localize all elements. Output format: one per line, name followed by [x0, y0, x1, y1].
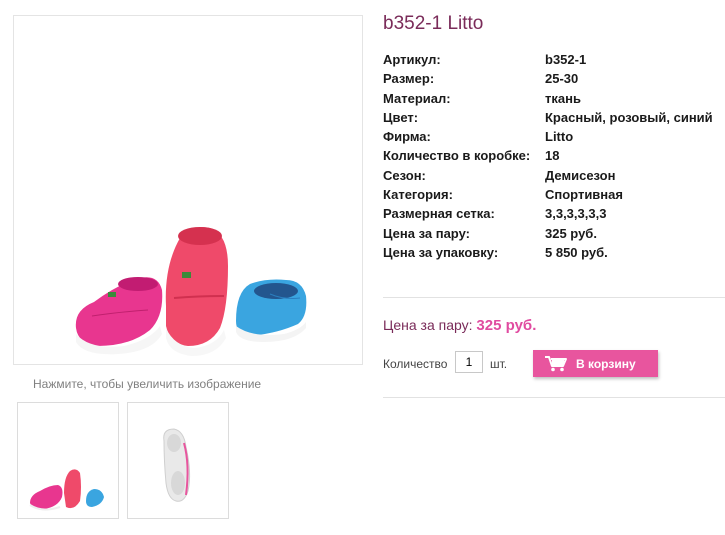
spec-key: Категория: [383, 187, 453, 203]
spec-key: Размер: [383, 71, 435, 87]
zoom-hint: Нажмите, чтобы увеличить изображение [33, 377, 262, 391]
add-to-cart-button[interactable]: В корзину [533, 350, 658, 377]
spec-value: 25-30 [545, 71, 579, 87]
spec-row: Сезон: Демисезон [383, 166, 713, 185]
spec-value: 3,3,3,3,3,3 [545, 206, 607, 222]
spec-row: Категория: Спортивная [383, 185, 713, 204]
spec-row: Цена за упаковку: 5 850 руб. [383, 243, 713, 262]
spec-key: Фирма: [383, 129, 431, 145]
spec-key: Размерная сетка: [383, 206, 495, 222]
quantity-unit: шт. [490, 357, 508, 371]
thumbnail-shoe-sole[interactable] [127, 402, 229, 519]
spec-row: Размер: 25-30 [383, 69, 713, 88]
spec-key: Количество в коробке: [383, 148, 531, 164]
product-title: b352-1 Litto [383, 13, 484, 34]
red-shoe-image [165, 227, 228, 356]
spec-key: Цена за пару: [383, 225, 470, 241]
spec-key: Цвет: [383, 109, 419, 125]
spec-value: 325 руб. [545, 225, 597, 241]
spec-value: Красный, розовый, синий [545, 109, 713, 125]
spec-value: ткань [545, 90, 581, 106]
thumbnail-shoes-image [29, 469, 104, 511]
quantity-label: Количество [383, 357, 448, 371]
price-value: 325 руб. [476, 317, 537, 334]
spec-row: Фирма: Litto [383, 127, 713, 146]
spec-value: Спортивная [545, 187, 623, 203]
price-label: Цена за пару: [383, 317, 473, 333]
spec-value: Демисезон [545, 167, 616, 183]
main-product-image[interactable] [13, 15, 363, 365]
spec-key: Материал: [383, 90, 451, 106]
spec-value: Litto [545, 129, 574, 145]
spec-value: 18 [545, 148, 560, 164]
blue-shoe-image [236, 279, 307, 342]
spec-row: Материал: ткань [383, 89, 713, 108]
product-specs-table: Артикул: b352-1 Размер: 25-30 Материал: ткань… [383, 50, 713, 262]
thumbnail-shoes-set[interactable] [17, 402, 119, 519]
price-per-pair: Цена за пару: 325 руб. [383, 317, 536, 334]
spec-row: Размерная сетка: 3,3,3,3,3,3 [383, 204, 713, 223]
spec-row: Цена за пару: 325 руб. [383, 224, 713, 243]
spec-key: Артикул: [383, 52, 441, 67]
divider [383, 397, 725, 398]
quantity-input[interactable] [455, 351, 483, 373]
spec-row: Артикул: b352-1 [383, 50, 713, 69]
spec-row: Количество в коробке: 18 [383, 146, 713, 165]
spec-row: Цвет: Красный, розовый, синий [383, 108, 713, 127]
spec-key: Цена за упаковку: [383, 244, 499, 260]
spec-key: Сезон: [383, 167, 426, 183]
spec-value: b352-1 [545, 52, 587, 67]
add-to-cart-label: В корзину [576, 357, 636, 371]
divider [383, 297, 725, 298]
shoes-photo [75, 227, 307, 356]
shopping-cart-icon [544, 355, 568, 375]
magenta-shoe-image [75, 277, 163, 355]
thumbnail-sole-image [163, 428, 191, 502]
spec-value: 5 850 руб. [545, 244, 608, 260]
